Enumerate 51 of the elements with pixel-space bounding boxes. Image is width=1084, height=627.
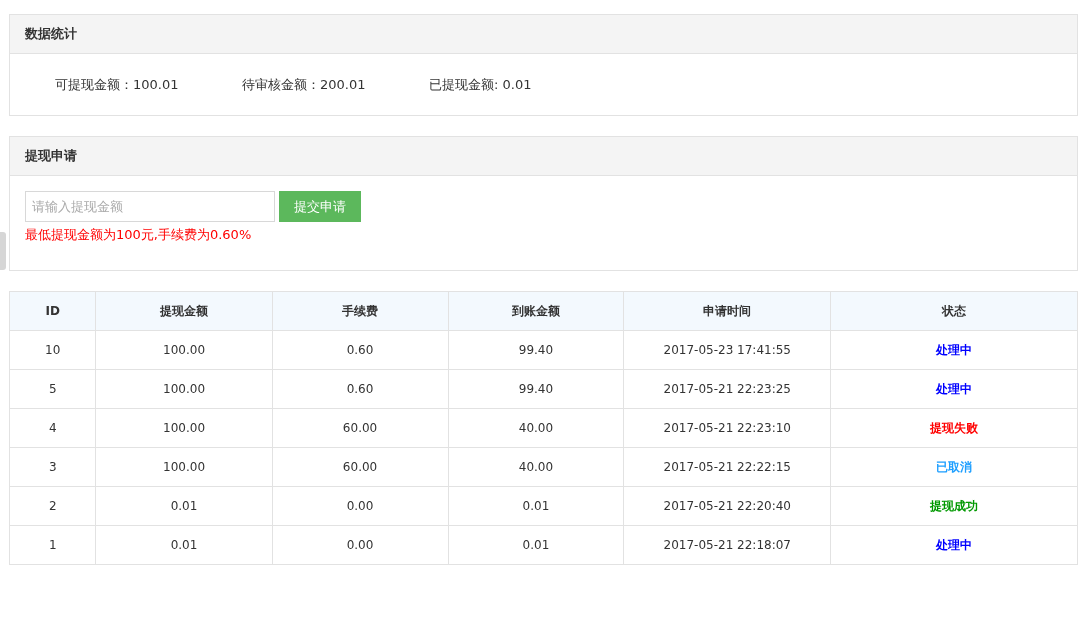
table-cell: 60.00 <box>272 447 448 487</box>
submit-button[interactable]: 提交申请 <box>279 191 361 222</box>
sidebar-toggle-handle[interactable] <box>0 232 6 270</box>
table-cell: 0.60 <box>272 330 448 370</box>
column-header: ID <box>9 291 96 331</box>
column-header: 申请时间 <box>623 291 831 331</box>
status-text: 处理中 <box>936 537 973 552</box>
table-cell: 3 <box>9 447 96 487</box>
table-cell: 0.01 <box>448 525 624 565</box>
table-cell: 5 <box>9 369 96 409</box>
table-cell: 100.00 <box>96 408 273 448</box>
table-cell: 2017-05-21 22:23:25 <box>623 369 831 409</box>
table-cell: 100.00 <box>96 369 273 409</box>
table-cell: 99.40 <box>448 369 624 409</box>
table-cell: 2017-05-21 22:20:40 <box>623 486 831 526</box>
status-text: 处理中 <box>936 381 973 396</box>
table-cell: 2 <box>9 486 96 526</box>
table-cell: 99.40 <box>448 330 624 370</box>
stat-text: 待审核金额：200.01 <box>242 75 367 94</box>
column-header: 状态 <box>830 291 1078 331</box>
table-cell: 40.00 <box>448 447 624 487</box>
stat-text: 可提现金额：100.01 <box>55 75 180 94</box>
table-cell: 4 <box>9 408 96 448</box>
table-cell: 2017-05-21 22:23:10 <box>623 408 831 448</box>
table-cell: 100.00 <box>96 330 273 370</box>
table-cell: 0.01 <box>96 525 273 565</box>
table-cell: 60.00 <box>272 408 448 448</box>
status-text: 处理中 <box>936 342 973 357</box>
table-cell: 40.00 <box>448 408 624 448</box>
table-cell: 2017-05-23 17:41:55 <box>623 330 831 370</box>
status-text: 已取消 <box>936 459 973 474</box>
amount-input-field[interactable]: 请输入提现金额 <box>25 191 275 222</box>
table-cell: 10 <box>9 330 96 370</box>
table-cell: 0.00 <box>272 525 448 565</box>
column-header: 手续费 <box>272 291 448 331</box>
table-cell: 0.60 <box>272 369 448 409</box>
column-header: 到账金额 <box>448 291 624 331</box>
table-cell: 1 <box>9 525 96 565</box>
table-cell: 0.00 <box>272 486 448 526</box>
stat-text: 已提现金额: 0.01 <box>429 75 533 94</box>
status-text: 提现成功 <box>930 498 979 513</box>
table-cell: 0.01 <box>448 486 624 526</box>
table-cell: 2017-05-21 22:22:15 <box>623 447 831 487</box>
table-cell: 0.01 <box>96 486 273 526</box>
status-text: 提现失败 <box>930 420 979 435</box>
panel-title: 数据统计 <box>10 15 1077 54</box>
panel-title: 提现申请 <box>10 137 1077 176</box>
notice-text: 最低提现金额为100元,手续费为0.60% <box>25 226 253 244</box>
table-cell: 100.00 <box>96 447 273 487</box>
table-cell: 2017-05-21 22:18:07 <box>623 525 831 565</box>
column-header: 提现金额 <box>96 291 273 331</box>
